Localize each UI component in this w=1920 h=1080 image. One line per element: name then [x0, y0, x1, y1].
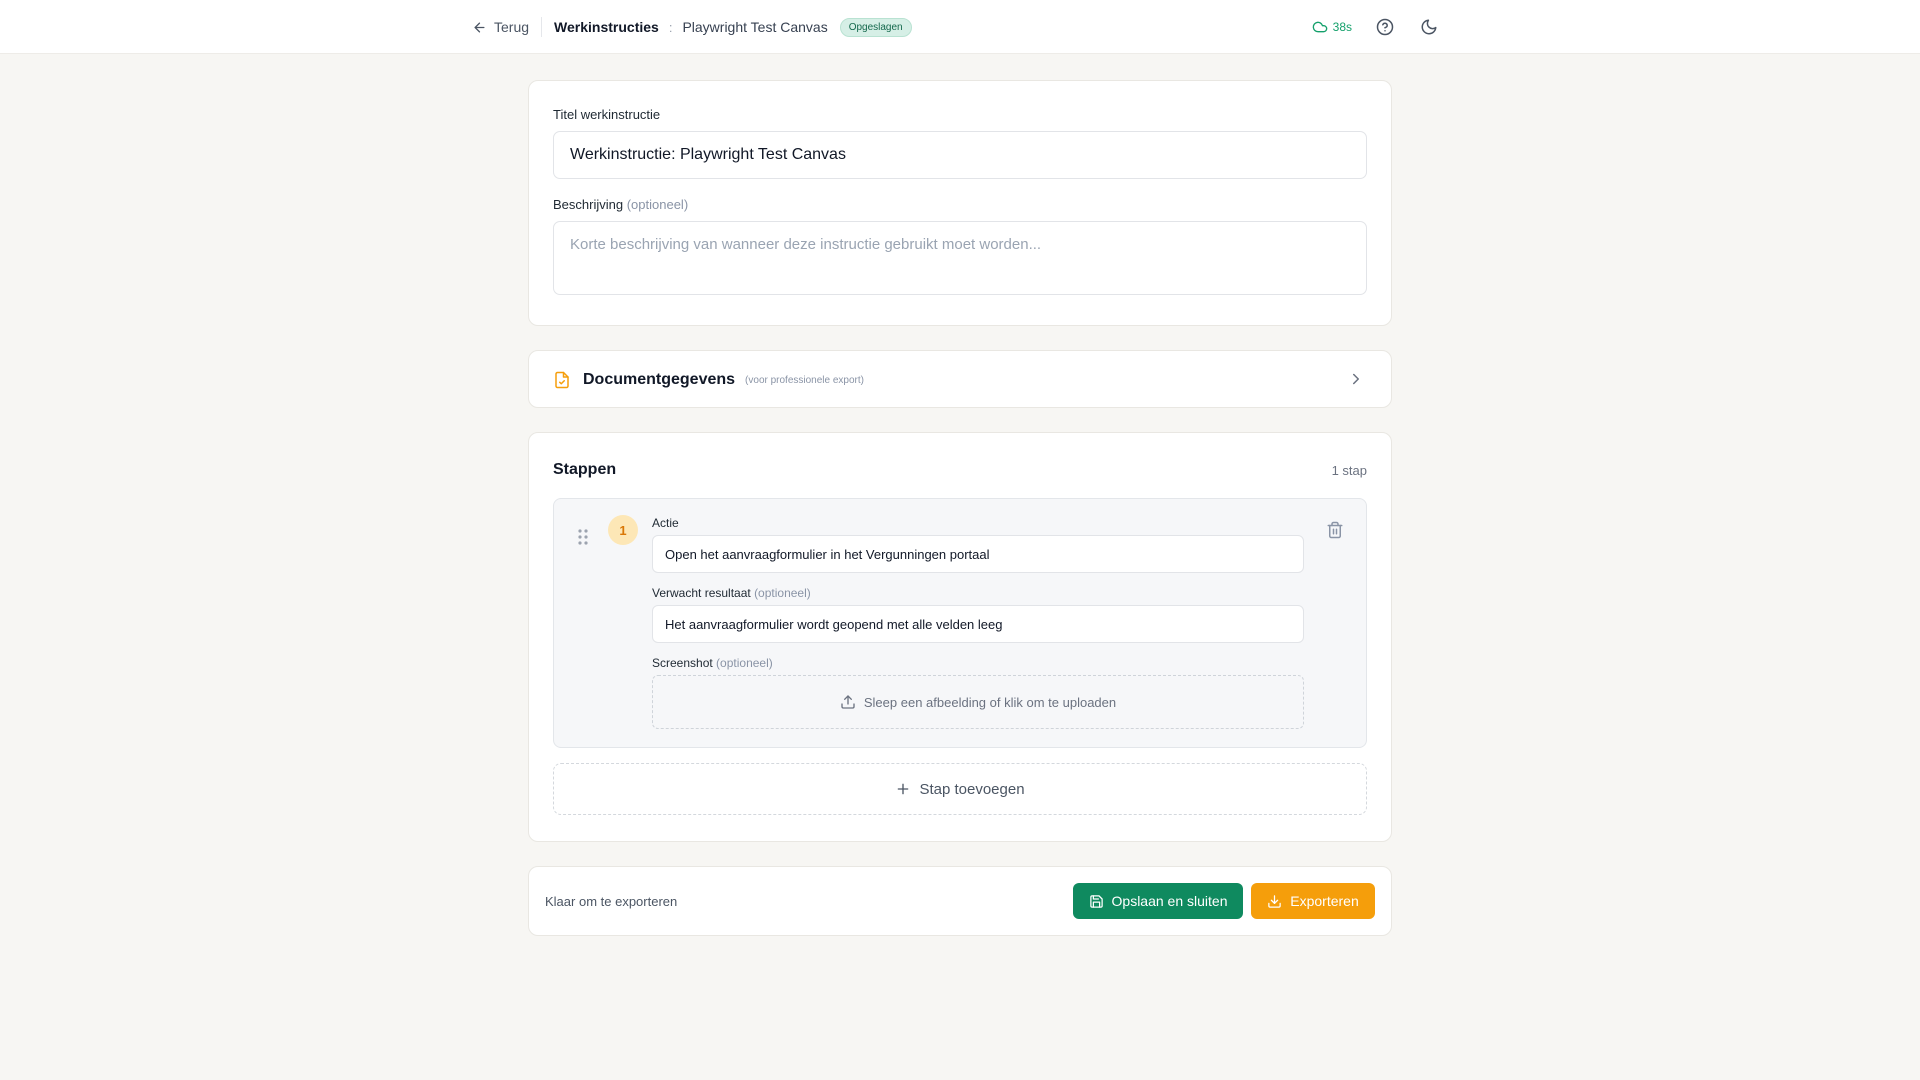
divider — [541, 17, 543, 37]
status-badge: Opgeslagen — [839, 17, 912, 37]
action-label: Actie — [652, 516, 679, 530]
export-label: Exporteren — [1290, 893, 1359, 909]
description-textarea[interactable]: Korte beschrijving van wanneer deze inst… — [553, 221, 1367, 295]
export-button[interactable]: Exporteren — [1251, 883, 1375, 919]
footer-actions-card: Klaar om te exporteren Opslaan en sluite… — [528, 866, 1392, 936]
back-button[interactable]: Terug — [472, 19, 529, 35]
add-step-button[interactable]: Stap toevoegen — [553, 763, 1367, 815]
drag-handle-icon[interactable] — [576, 527, 590, 547]
save-icon — [1089, 894, 1103, 908]
description-label: Beschrijving (optioneel) — [553, 197, 688, 212]
document-details-card[interactable]: Documentgegevens (voor professionele exp… — [528, 350, 1392, 408]
document-details-title: Documentgegevens — [583, 371, 736, 388]
breadcrumb-document: Playwright Test Canvas — [682, 19, 828, 35]
header-actions: 38s — [1312, 0, 1440, 54]
moon-icon — [1421, 19, 1437, 35]
title-input[interactable]: Werkinstructie: Playwright Test Canvas — [553, 131, 1367, 179]
theme-toggle-button[interactable] — [1418, 16, 1440, 38]
expected-result-label-text: Verwacht resultaat — [652, 586, 751, 600]
document-details-subtitle: (voor professionele export) — [745, 374, 864, 386]
back-label: Terug — [494, 19, 530, 35]
title-label: Titel werkinstructie — [553, 107, 661, 122]
export-status: Klaar om te exporteren — [545, 894, 678, 909]
steps-title: Stappen — [553, 461, 617, 478]
upload-text: Sleep een afbeelding of klik om te uploa… — [863, 694, 1117, 710]
add-step-label: Stap toevoegen — [919, 780, 1025, 798]
upload-icon — [841, 695, 855, 709]
screenshot-dropzone[interactable]: Sleep een afbeelding of klik om te uploa… — [652, 675, 1304, 729]
expected-result-label: Verwacht resultaat (optioneel) — [652, 586, 811, 600]
help-button[interactable] — [1374, 16, 1396, 38]
description-label-text: Beschrijving — [553, 197, 624, 212]
autosave-time: 38s — [1332, 20, 1352, 34]
breadcrumb-section[interactable]: Werkinstructies — [554, 19, 659, 35]
step-item: 1 Actie Open het aanvraagformulier in he… — [553, 498, 1367, 748]
top-bar: Terug Werkinstructies : Playwright Test … — [0, 0, 1920, 54]
steps-card: Stappen 1 stap 1 Actie Open het aanvraag… — [528, 432, 1392, 842]
optional-hint: (optioneel) — [716, 656, 773, 670]
help-circle-icon — [1376, 18, 1394, 36]
breadcrumb: Terug Werkinstructies : Playwright Test … — [472, 0, 912, 54]
save-and-close-button[interactable]: Opslaan en sluiten — [1073, 883, 1243, 919]
autosave-indicator: 38s — [1312, 19, 1352, 35]
screenshot-label-text: Screenshot — [652, 656, 713, 670]
expected-result-input[interactable]: Het aanvraagformulier wordt geopend met … — [652, 605, 1304, 643]
download-icon — [1268, 894, 1281, 908]
screenshot-label: Screenshot (optioneel) — [652, 656, 773, 670]
optional-hint: (optioneel) — [626, 197, 689, 212]
save-and-close-label: Opslaan en sluiten — [1111, 893, 1228, 909]
breadcrumb-separator: : — [668, 19, 673, 35]
optional-hint: (optioneel) — [754, 586, 811, 600]
action-input[interactable]: Open het aanvraagformulier in het Vergun… — [652, 535, 1304, 573]
chevron-right-icon[interactable] — [1347, 370, 1365, 388]
document-details-toggle[interactable]: Documentgegevens (voor professionele exp… — [553, 351, 864, 409]
cloud-icon — [1312, 21, 1327, 33]
trash-icon[interactable] — [1326, 521, 1344, 539]
step-number: 1 — [608, 515, 638, 545]
details-card: Titel werkinstructie Werkinstructie: Pla… — [528, 80, 1392, 326]
arrow-left-icon — [474, 22, 485, 32]
file-document-icon — [555, 371, 569, 389]
plus-icon — [898, 783, 909, 795]
steps-count: 1 stap — [1331, 463, 1367, 478]
